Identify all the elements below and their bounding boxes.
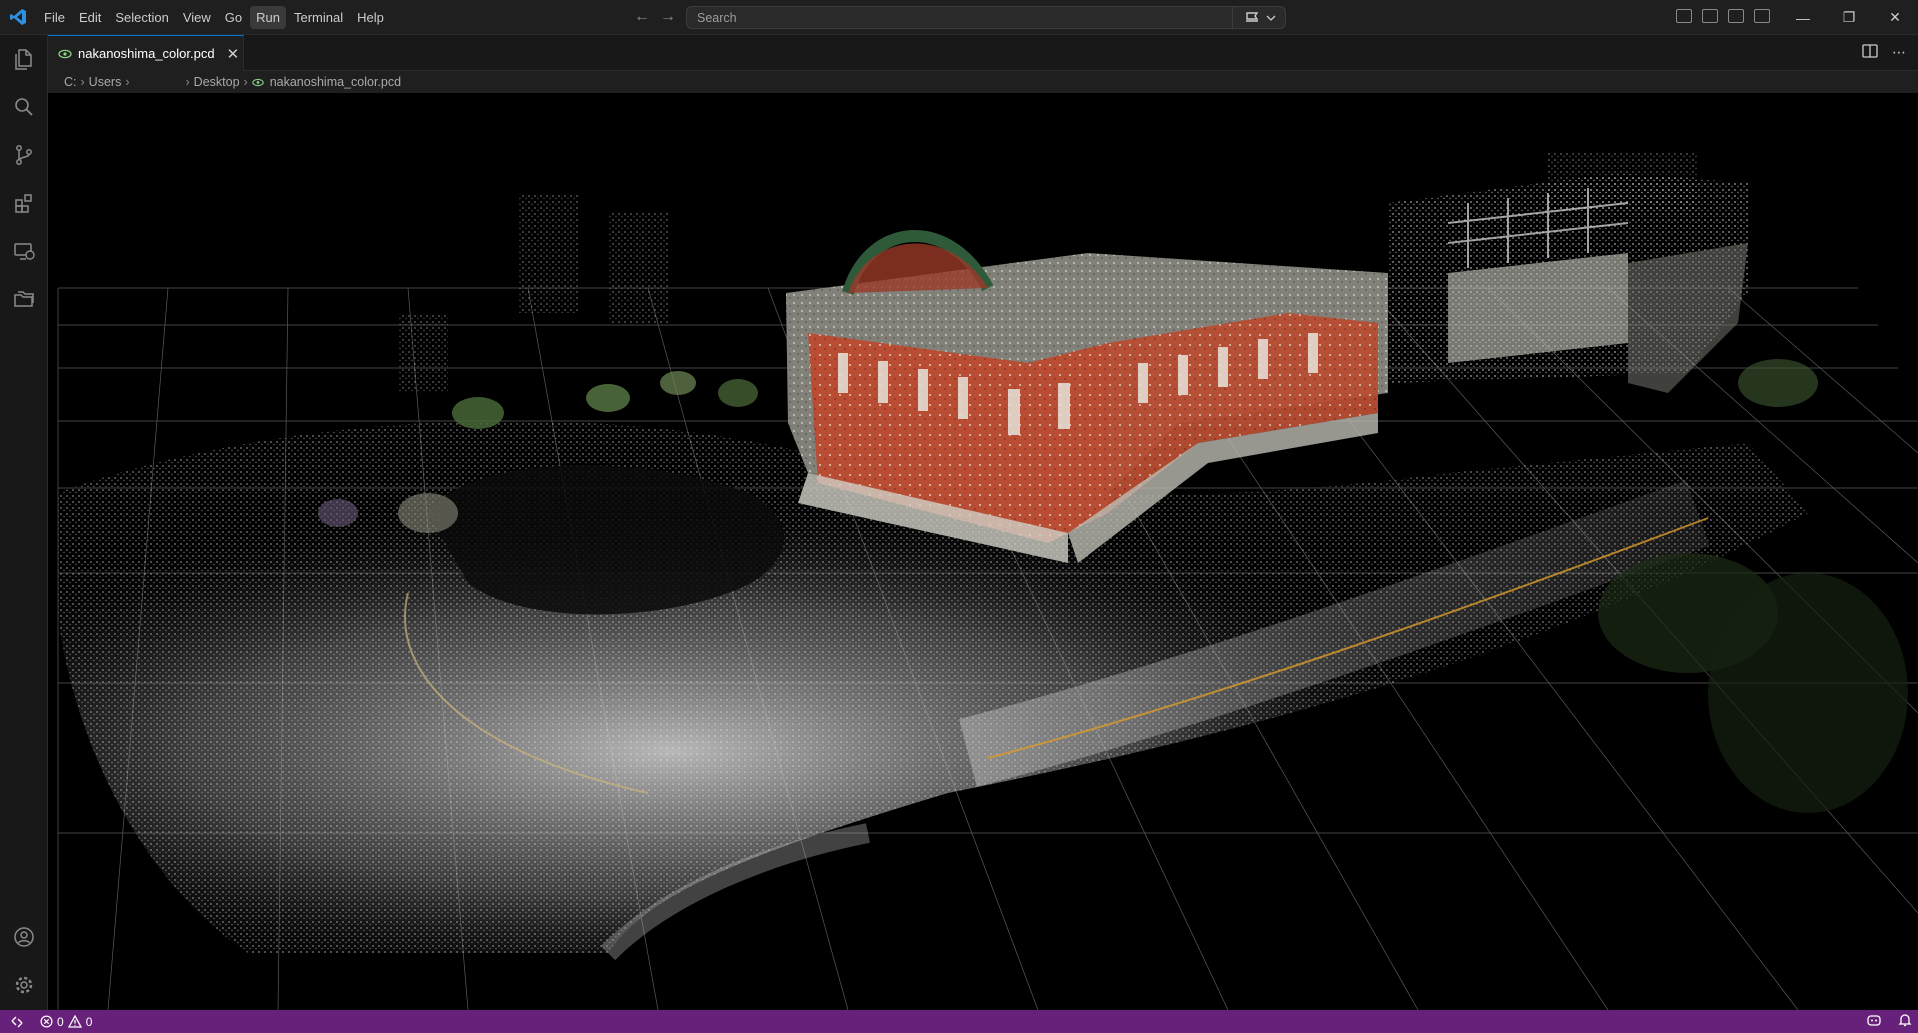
close-tab-icon[interactable]: ✕	[227, 45, 240, 63]
back-arrow-icon[interactable]: ←	[634, 8, 650, 26]
navigation-arrows: ← →	[634, 8, 676, 26]
breadcrumb-file[interactable]: nakanoshima_color.pcd	[270, 75, 401, 89]
warning-count: 0	[85, 1014, 93, 1029]
minimize-icon[interactable]: —	[1780, 0, 1826, 35]
more-actions-icon[interactable]: ⋯	[1892, 44, 1906, 61]
search-icon[interactable]	[0, 83, 48, 131]
split-editor-icon[interactable]	[1862, 44, 1878, 61]
error-icon	[40, 1015, 53, 1028]
title-bar: File Edit Selection View Go Run Terminal…	[0, 0, 1918, 35]
error-count: 0	[57, 1014, 64, 1029]
activity-bar	[0, 35, 48, 1010]
breadcrumb-desktop[interactable]: Desktop	[194, 75, 240, 89]
source-control-icon[interactable]	[0, 131, 48, 179]
explorer-icon[interactable]	[0, 35, 48, 83]
toggle-panel-icon[interactable]	[1728, 9, 1744, 23]
chevron-right-icon: ›	[80, 75, 85, 89]
toggle-primary-sidebar-icon[interactable]	[1702, 9, 1718, 23]
customize-layout-icon[interactable]	[1676, 9, 1692, 23]
point-cloud-viewer[interactable]	[48, 93, 1918, 1010]
remote-explorer-icon[interactable]	[0, 227, 48, 275]
chevron-down-icon	[1266, 15, 1275, 21]
command-center-search[interactable]: Search	[686, 6, 1286, 29]
problems-indicator[interactable]: 0 0	[34, 1015, 98, 1029]
restore-icon[interactable]: ❐	[1826, 0, 1872, 35]
menu-file[interactable]: File	[38, 6, 71, 29]
preview-eye-icon	[58, 49, 72, 58]
menu-selection[interactable]: Selection	[109, 6, 174, 29]
menu-help[interactable]: Help	[351, 6, 390, 29]
notifications-bell-icon[interactable]	[1898, 1013, 1912, 1030]
menu-terminal[interactable]: Terminal	[288, 6, 349, 29]
forward-arrow-icon[interactable]: →	[660, 8, 676, 26]
point-cloud-canvas[interactable]	[48, 93, 1918, 1010]
settings-gear-icon[interactable]	[0, 961, 48, 1009]
chevron-right-icon: ›	[125, 75, 130, 89]
breadcrumb: C: › Users › › Desktop › nakanoshima_col…	[48, 71, 1918, 93]
breadcrumb-drive[interactable]: C:	[64, 75, 77, 89]
menu-view[interactable]: View	[177, 6, 217, 29]
menu-edit[interactable]: Edit	[73, 6, 107, 29]
account-icon[interactable]	[0, 913, 48, 961]
tab-nakanoshima-color-pcd[interactable]: nakanoshima_color.pcd ✕	[48, 35, 244, 71]
chevron-right-icon: ›	[243, 75, 248, 89]
menu-run[interactable]: Run	[250, 5, 286, 29]
editor-actions: ⋯	[1862, 44, 1906, 61]
tab-label: nakanoshima_color.pcd	[78, 46, 215, 61]
editor-tab-bar: nakanoshima_color.pcd ✕ ⋯	[48, 35, 1918, 71]
window-controls: — ❐ ✕	[1780, 0, 1918, 35]
copilot-button[interactable]	[1232, 6, 1286, 29]
preview-eye-icon	[252, 78, 264, 86]
remote-indicator-icon[interactable]	[0, 1010, 34, 1033]
warning-icon	[67, 1015, 82, 1028]
status-right-items	[1866, 1010, 1912, 1033]
close-window-icon[interactable]: ✕	[1872, 0, 1918, 35]
menu-bar: File Edit Selection View Go Run Terminal…	[38, 0, 392, 35]
search-placeholder: Search	[697, 10, 737, 25]
breadcrumb-users[interactable]: Users	[89, 75, 122, 89]
copilot-icon	[1245, 11, 1258, 22]
menu-go[interactable]: Go	[219, 6, 248, 29]
copilot-status-icon[interactable]	[1866, 1013, 1882, 1030]
layout-controls	[1676, 9, 1770, 23]
folders-icon[interactable]	[0, 275, 48, 323]
vscode-logo-icon	[0, 0, 36, 35]
chevron-right-icon: ›	[185, 75, 190, 89]
status-bar: 0 0	[0, 1010, 1918, 1033]
extensions-icon[interactable]	[0, 179, 48, 227]
toggle-secondary-sidebar-icon[interactable]	[1754, 9, 1770, 23]
